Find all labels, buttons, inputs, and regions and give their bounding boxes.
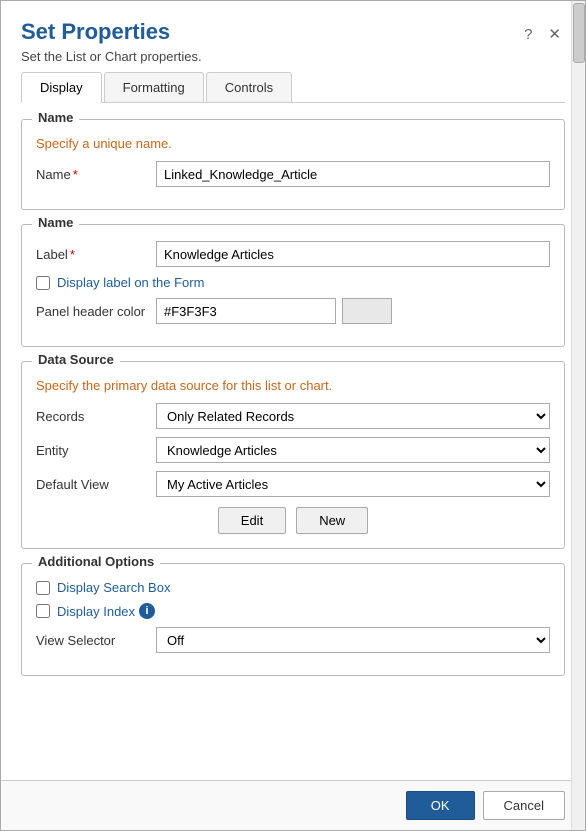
- tab-formatting[interactable]: Formatting: [104, 72, 204, 102]
- ok-button[interactable]: OK: [406, 791, 475, 820]
- header-text: Set Properties Set the List or Chart pro…: [21, 19, 202, 64]
- label-section-legend: Name: [32, 215, 79, 230]
- label-section: Name Label* Display label on the Form Pa…: [21, 224, 565, 347]
- label-required-star: *: [70, 247, 75, 262]
- name-section: Name Specify a unique name. Name*: [21, 119, 565, 210]
- color-swatch[interactable]: [342, 298, 392, 324]
- name-label: Name*: [36, 167, 156, 182]
- display-label-text: Display label on the Form: [57, 275, 204, 290]
- label-row: Label*: [36, 241, 550, 267]
- additional-options-section: Additional Options Display Search Box Di…: [21, 563, 565, 676]
- display-index-info-icon[interactable]: i: [139, 603, 155, 619]
- records-select[interactable]: Only Related Records All Record Types: [156, 403, 550, 429]
- name-row: Name*: [36, 161, 550, 187]
- additional-options-legend: Additional Options: [32, 554, 160, 569]
- dialog-title: Set Properties: [21, 19, 202, 45]
- new-button[interactable]: New: [296, 507, 368, 534]
- records-row: Records Only Related Records All Record …: [36, 403, 550, 429]
- entity-label: Entity: [36, 443, 156, 458]
- name-section-legend: Name: [32, 110, 79, 125]
- additional-options-content: Display Search Box Display Index i View …: [36, 580, 550, 653]
- scrollbar-thumb[interactable]: [573, 3, 585, 63]
- entity-select[interactable]: Knowledge Articles Accounts Contacts: [156, 437, 550, 463]
- display-search-box-row: Display Search Box: [36, 580, 550, 595]
- display-label-checkbox[interactable]: [36, 276, 50, 290]
- display-index-row: Display Index i: [36, 603, 550, 619]
- tab-display[interactable]: Display: [21, 72, 102, 103]
- help-icon[interactable]: ?: [520, 24, 536, 45]
- panel-header-input[interactable]: [156, 298, 336, 324]
- view-selector-select[interactable]: Off On: [156, 627, 550, 653]
- name-section-desc: Specify a unique name.: [36, 136, 550, 151]
- view-selector-row: View Selector Off On: [36, 627, 550, 653]
- name-required-star: *: [73, 167, 78, 182]
- data-source-content: Specify the primary data source for this…: [36, 378, 550, 534]
- default-view-row: Default View My Active Articles Active A…: [36, 471, 550, 497]
- close-icon[interactable]: ✕: [544, 23, 565, 45]
- label-input[interactable]: [156, 241, 550, 267]
- tab-controls[interactable]: Controls: [206, 72, 292, 102]
- panel-header-row: Panel header color: [36, 298, 550, 324]
- dialog-subtitle: Set the List or Chart properties.: [21, 49, 202, 64]
- default-view-label: Default View: [36, 477, 156, 492]
- data-source-desc: Specify the primary data source for this…: [36, 378, 550, 393]
- dialog-body: Display Formatting Controls Name Specify…: [1, 72, 585, 780]
- records-label: Records: [36, 409, 156, 424]
- display-search-box-label: Display Search Box: [57, 580, 170, 595]
- tab-bar: Display Formatting Controls: [21, 72, 565, 103]
- edit-new-buttons: Edit New: [36, 507, 550, 534]
- name-section-content: Specify a unique name. Name*: [36, 136, 550, 187]
- set-properties-dialog: Set Properties Set the List or Chart pro…: [0, 0, 586, 831]
- view-selector-label: View Selector: [36, 633, 156, 648]
- name-input[interactable]: [156, 161, 550, 187]
- data-source-section: Data Source Specify the primary data sou…: [21, 361, 565, 549]
- panel-header-label: Panel header color: [36, 304, 156, 319]
- data-source-legend: Data Source: [32, 352, 120, 367]
- label-label: Label*: [36, 247, 156, 262]
- edit-button[interactable]: Edit: [218, 507, 286, 534]
- dialog-header: Set Properties Set the List or Chart pro…: [1, 1, 585, 72]
- default-view-select[interactable]: My Active Articles Active Articles All A…: [156, 471, 550, 497]
- display-label-row: Display label on the Form: [36, 275, 550, 290]
- display-search-box-checkbox[interactable]: [36, 581, 50, 595]
- dialog-footer: OK Cancel: [1, 780, 585, 830]
- label-section-content: Label* Display label on the Form Panel h…: [36, 241, 550, 324]
- display-index-checkbox[interactable]: [36, 604, 50, 618]
- scrollbar-rail[interactable]: [571, 1, 585, 830]
- header-actions: ? ✕: [520, 23, 565, 45]
- entity-row: Entity Knowledge Articles Accounts Conta…: [36, 437, 550, 463]
- display-index-label: Display Index: [57, 604, 135, 619]
- cancel-button[interactable]: Cancel: [483, 791, 565, 820]
